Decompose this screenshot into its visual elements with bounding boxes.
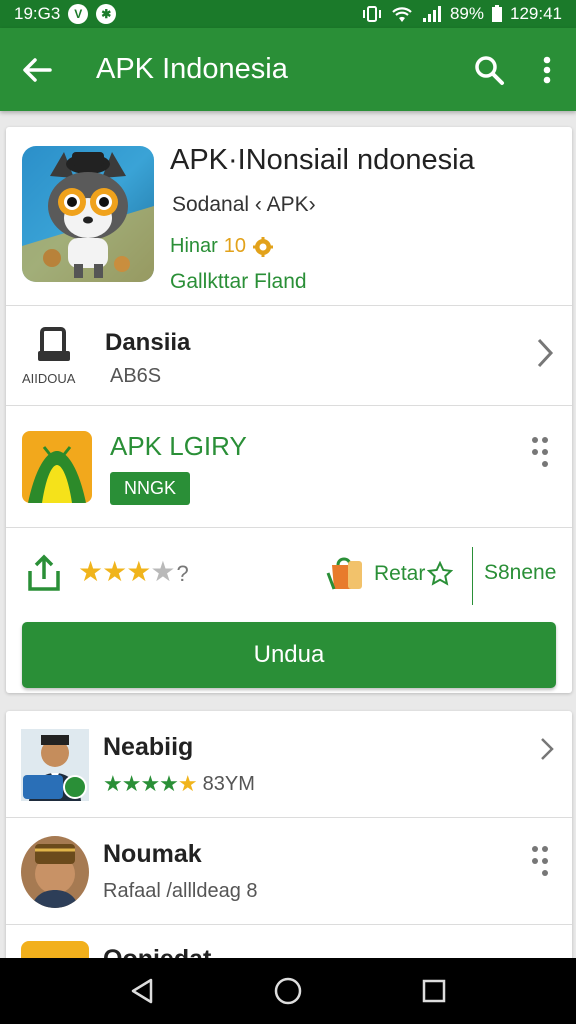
status-time-right: 129:41	[510, 4, 562, 23]
wifi-icon	[392, 7, 412, 22]
list-item-sub: Rafaal /allldeag 8	[103, 880, 258, 902]
device-icon	[38, 327, 70, 361]
search-button[interactable]	[460, 28, 518, 111]
app-notification-icon: ✱	[96, 4, 117, 24]
more-vert-icon	[543, 56, 551, 83]
divider	[6, 405, 572, 406]
app-icon[interactable]	[22, 146, 154, 282]
list-item-sub: ★★★★★ 83YM	[103, 771, 255, 797]
back-button[interactable]	[0, 28, 74, 111]
recents-square-icon[interactable]	[421, 978, 447, 1004]
chevron-right-icon	[541, 738, 554, 760]
device-row[interactable]: AIIDOUA Dansiia AB6S	[6, 305, 572, 405]
device-caption: AIIDOUA	[22, 371, 76, 386]
battery-percent: 89%	[449, 4, 484, 23]
rate-app-icon[interactable]	[324, 551, 368, 595]
app-category[interactable]: Gallkttar Fland	[170, 270, 307, 294]
app-meta-line: Hinar 10	[170, 235, 274, 258]
app-title: APK·INonsiail ndonesia	[170, 144, 475, 176]
vpn-icon: V	[68, 4, 89, 24]
app-details-card: APK·INonsiail ndonesia Sodanal ‹ APK› Hi…	[6, 127, 572, 693]
star-icons: ★★★★	[103, 771, 179, 796]
download-button[interactable]: Undua	[22, 622, 556, 688]
list-item[interactable]: Noumak Rafaal /allldeag 8	[6, 818, 572, 924]
list-item-count: 83YM	[202, 772, 255, 795]
app-bar: APK Indonesia	[0, 28, 576, 111]
avatar	[21, 836, 89, 908]
star-icon: ★	[102, 556, 127, 587]
star-icon: ★	[78, 556, 103, 587]
star-outline-icon	[427, 561, 454, 586]
more-vert-icon[interactable]	[530, 844, 550, 878]
rate-label: Retar	[374, 562, 426, 585]
page-title: APK Indonesia	[96, 53, 288, 85]
system-nav-bar	[0, 958, 576, 1024]
list-item[interactable]: Neabiig ★★★★★ 83YM	[6, 711, 572, 817]
share-icon[interactable]	[26, 553, 62, 593]
star-icon: ★	[126, 556, 151, 587]
device-name: Dansiia	[105, 329, 191, 356]
related-list-card: Neabiig ★★★★★ 83YM Noumak Rafaal /alllde…	[6, 711, 572, 971]
avatar	[21, 729, 89, 801]
chevron-right-icon	[537, 338, 554, 368]
more-vert-icon[interactable]	[530, 435, 550, 469]
rate-button[interactable]: Retar	[374, 561, 454, 587]
overflow-menu-button[interactable]	[518, 28, 576, 111]
list-item-title: Neabiig	[103, 733, 194, 761]
app-meta-value: 10	[223, 235, 247, 257]
back-arrow-icon	[23, 57, 52, 82]
badge-gear-icon	[253, 236, 274, 257]
actions-row: ★★★★? Retar S8nene	[6, 529, 572, 617]
battery-icon	[492, 5, 502, 22]
publisher-badge: NNGK	[110, 472, 190, 505]
rating-suffix: ?	[176, 561, 188, 586]
status-bar: 19:G3 V ✱ 89% 129:41	[0, 0, 576, 28]
star-half-icon: ★	[177, 771, 198, 796]
share-button[interactable]: S8nene	[484, 561, 556, 585]
person-avatar-icon	[21, 729, 89, 801]
rating-stars: ★★★★?	[78, 555, 189, 588]
rating-stars: ★★★★★	[103, 771, 198, 797]
back-triangle-icon[interactable]	[129, 977, 155, 1005]
divider	[6, 527, 572, 528]
person-avatar-icon	[21, 836, 89, 908]
star-empty-icon: ★	[150, 556, 175, 587]
publisher-row[interactable]: APK LGIRY NNGK	[6, 407, 572, 527]
status-time-left: 19:G3	[14, 4, 61, 23]
app-meta-label: Hinar	[170, 235, 218, 257]
publisher-name: APK LGIRY	[110, 431, 247, 461]
vertical-divider	[472, 547, 473, 605]
search-icon	[475, 55, 504, 85]
publisher-logo	[22, 431, 92, 503]
corn-logo-icon	[28, 446, 86, 503]
signal-icon	[422, 6, 441, 22]
home-circle-icon[interactable]	[273, 976, 303, 1006]
mascot-illustration	[22, 152, 154, 282]
app-developer[interactable]: Sodanal ‹ APK›	[172, 193, 316, 217]
list-item-title: Noumak	[103, 840, 202, 868]
vibrate-icon	[362, 6, 381, 22]
device-sub: AB6S	[110, 365, 162, 387]
